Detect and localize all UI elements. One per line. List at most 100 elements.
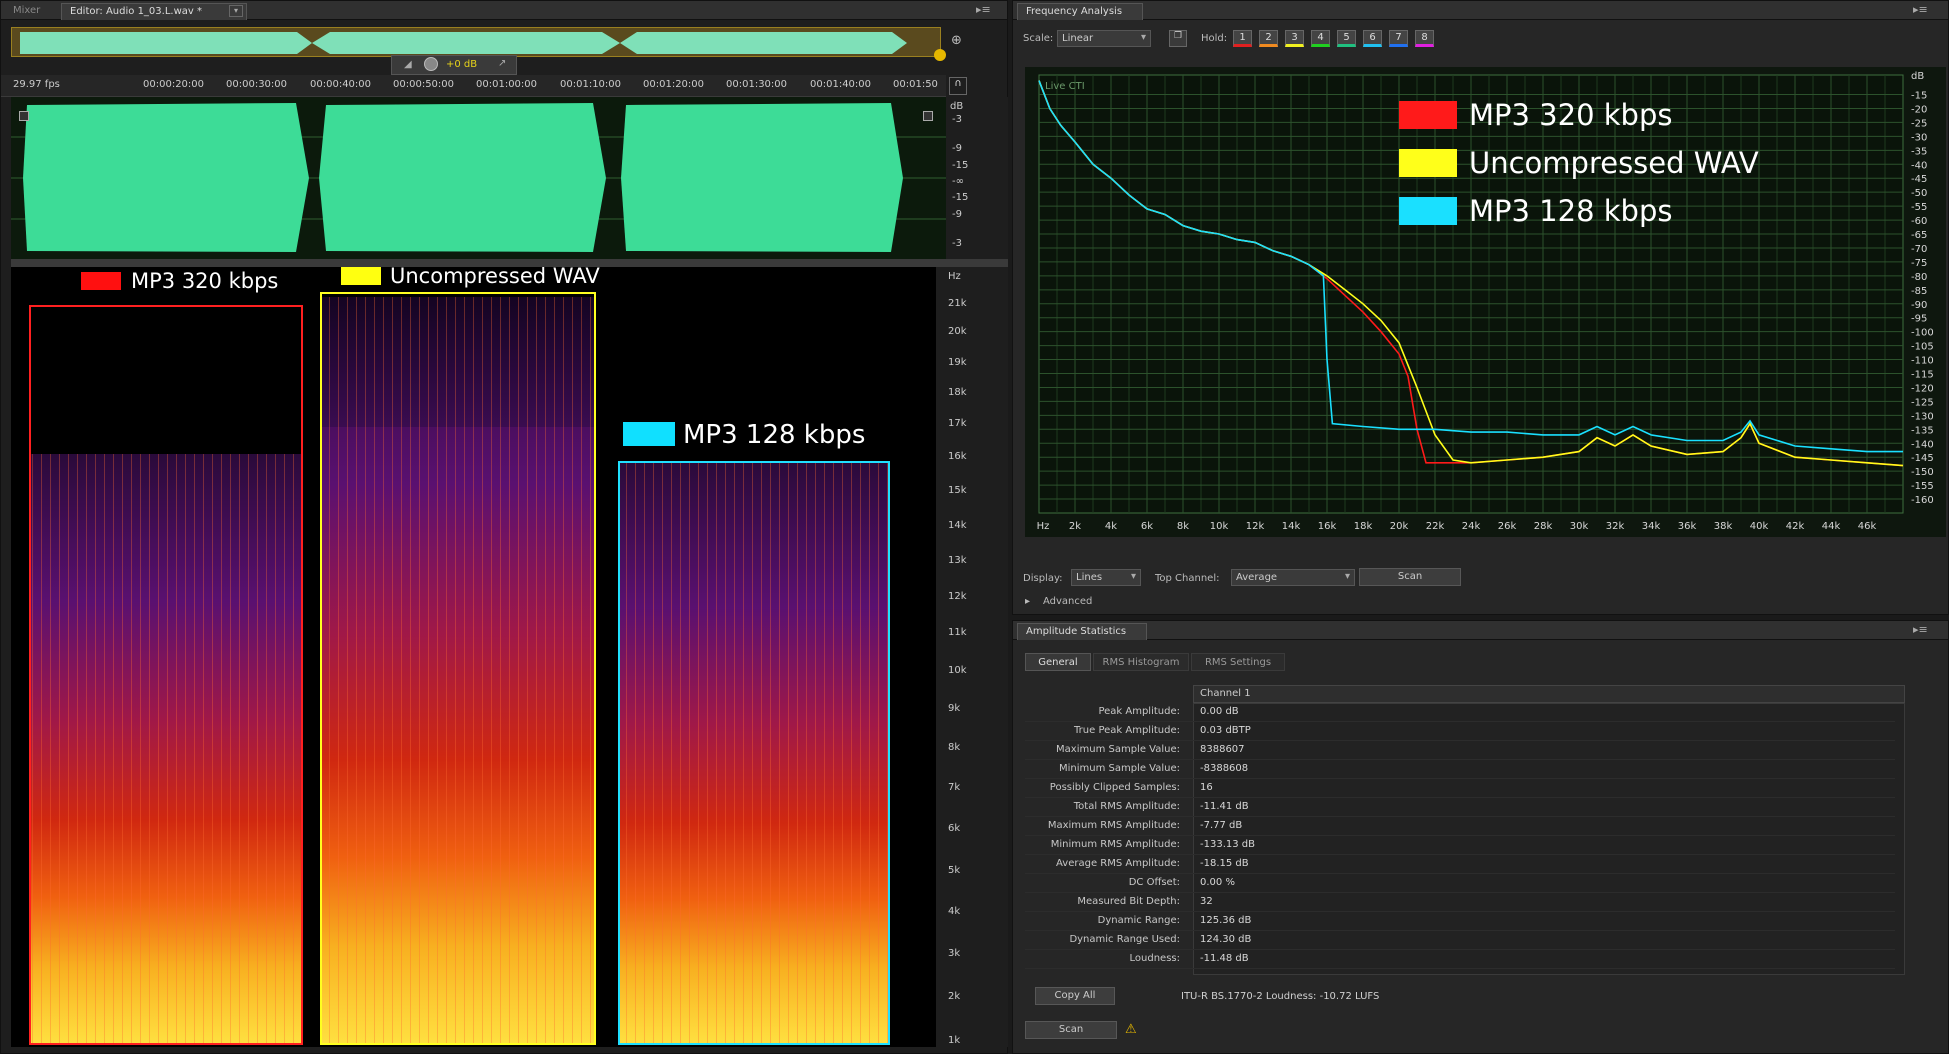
stat-value[interactable]: 0.00 %	[1200, 877, 1235, 888]
hold-button-6[interactable]: 6	[1363, 30, 1382, 47]
frequency-chart[interactable]: Hz 2k 4k 6k 8k 10k 12k 14k 16k 18k 20k 22k 24k 26k 28k…	[1025, 67, 1946, 537]
x-tick-label: 2k	[1069, 521, 1081, 532]
stat-value[interactable]: 124.30 dB	[1200, 934, 1251, 945]
tab-mixer[interactable]: Mixer	[5, 3, 48, 20]
hz-tick-label: 15k	[948, 485, 967, 496]
spectrogram-area[interactable]: MP3 320 kbps Uncompressed WAV MP3 128 kb…	[11, 264, 936, 1047]
stat-value[interactable]: 16	[1200, 782, 1213, 793]
y-tick-label: -140	[1911, 439, 1934, 450]
stat-value[interactable]: -11.41 dB	[1200, 801, 1249, 812]
timecode-label: 00:00:40:00	[310, 79, 372, 90]
x-tick-label: 14k	[1282, 521, 1301, 532]
y-tick-label: -90	[1911, 300, 1927, 311]
stat-value[interactable]: -7.77 dB	[1200, 820, 1242, 831]
hz-tick-label: 16k	[948, 451, 967, 462]
hold-button-8[interactable]: 8	[1415, 30, 1434, 47]
headphones-icon[interactable]: ∩	[949, 77, 967, 95]
tab-amplitude-statistics[interactable]: Amplitude Statistics	[1017, 623, 1147, 640]
stat-row: Dynamic Range Used: 124.30 dB	[1025, 931, 1895, 950]
amplitude-tabbar: Amplitude Statistics ▸≡	[1013, 621, 1948, 640]
stat-value[interactable]: -11.48 dB	[1200, 953, 1249, 964]
amplitude-menu-icon[interactable]: ▸≡	[1913, 623, 1928, 636]
advanced-label[interactable]: Advanced	[1043, 596, 1092, 607]
top-channel-label: Top Channel:	[1155, 573, 1220, 584]
stat-label: Maximum RMS Amplitude:	[1047, 820, 1180, 831]
amp-tab-0[interactable]: General	[1025, 653, 1091, 671]
fade-out-handle-icon[interactable]	[923, 111, 933, 121]
tab-editor[interactable]: Editor: Audio 1_03.L.wav *	[61, 3, 247, 20]
x-tick-label: 30k	[1570, 521, 1589, 532]
amplitude-scan-button[interactable]: Scan	[1025, 1021, 1117, 1039]
stat-row: Minimum Sample Value: -8388608	[1025, 760, 1895, 779]
timecode-label: 00:01:10:00	[560, 79, 622, 90]
x-tick-label: 16k	[1318, 521, 1337, 532]
x-tick-label: 24k	[1462, 521, 1481, 532]
stat-value[interactable]: 8388607	[1200, 744, 1245, 755]
stat-label: Possibly Clipped Samples:	[1049, 782, 1180, 793]
hold-button-4[interactable]: 4	[1311, 30, 1330, 47]
amp-tab-2[interactable]: RMS Settings	[1191, 653, 1285, 671]
frequency-menu-icon[interactable]: ▸≡	[1913, 3, 1928, 16]
timecode-label: 00:01:30:00	[726, 79, 788, 90]
amp-tab-1[interactable]: RMS Histogram	[1093, 653, 1189, 671]
volume-knob-icon[interactable]	[424, 57, 438, 71]
copy-icon[interactable]: ❐	[1169, 30, 1187, 47]
overview-strip[interactable]	[11, 27, 941, 57]
timeline-ruler[interactable]: 29.97 fps 00:00:20:00 00:00:30:00 00:00:40…	[1, 75, 946, 97]
frequency-chart-svg: Hz 2k 4k 6k 8k 10k 12k 14k 16k 18k 20k 22k 24k 26k 28k…	[1037, 71, 1934, 532]
db-tick-label: -15	[952, 160, 969, 171]
legend-label-mp3-128: MP3 128 kbps	[683, 420, 865, 450]
frequency-scan-button[interactable]: Scan	[1359, 568, 1461, 586]
db-tick-label: -∞	[952, 176, 964, 187]
legend-swatch-mp3-320	[81, 272, 121, 290]
stat-value[interactable]: -133.13 dB	[1200, 839, 1255, 850]
waveform-area[interactable]	[11, 97, 946, 259]
hold-button-1[interactable]: 1	[1233, 30, 1252, 47]
x-tick-label: 10k	[1210, 521, 1229, 532]
stat-value[interactable]: 32	[1200, 896, 1213, 907]
hold-button-2[interactable]: 2	[1259, 30, 1278, 47]
stat-row: DC Offset: 0.00 %	[1025, 874, 1895, 893]
stat-value[interactable]: -18.15 dB	[1200, 858, 1249, 869]
panel-menu-icon[interactable]: ▸≡	[976, 3, 991, 16]
tab-dropdown-icon[interactable]: ▾	[229, 5, 243, 17]
stat-value[interactable]: 0.00 dB	[1200, 706, 1239, 717]
hz-tick-label: 9k	[948, 703, 961, 714]
tab-frequency-analysis[interactable]: Frequency Analysis	[1017, 3, 1143, 20]
stat-row: Maximum Sample Value: 8388607	[1025, 741, 1895, 760]
display-dropdown[interactable]: Lines	[1071, 569, 1141, 586]
hud-gain[interactable]: ◢ +0 dB ↗	[391, 55, 517, 75]
stat-value[interactable]: 0.03 dBTP	[1200, 725, 1251, 736]
y-tick-label: -30	[1911, 132, 1927, 143]
hold-button-7[interactable]: 7	[1389, 30, 1408, 47]
display-label: Display:	[1023, 573, 1063, 584]
y-tick-label: -115	[1911, 370, 1934, 381]
zoom-icon[interactable]: ⊕	[951, 33, 962, 48]
view-divider[interactable]	[11, 259, 1008, 267]
y-tick-label: -65	[1911, 230, 1927, 241]
top-channel-dropdown[interactable]: Average	[1231, 569, 1355, 586]
playhead-marker[interactable]	[934, 49, 946, 61]
hold-button-3[interactable]: 3	[1285, 30, 1304, 47]
stat-label: DC Offset:	[1128, 877, 1180, 888]
hz-tick-label: 21k	[948, 298, 967, 309]
stat-value[interactable]: 125.36 dB	[1200, 915, 1251, 926]
y-tick-label: -15	[1911, 91, 1927, 102]
x-tick-label: 42k	[1786, 521, 1805, 532]
fade-in-handle-icon[interactable]	[19, 111, 29, 121]
copy-all-button[interactable]: Copy All	[1035, 987, 1115, 1005]
stats-table: Channel 1 Peak Amplitude: 0.00 dB True Pea…	[1025, 685, 1905, 975]
hold-button-5[interactable]: 5	[1337, 30, 1356, 47]
scale-dropdown[interactable]: Linear	[1057, 30, 1151, 47]
stat-label: Dynamic Range Used:	[1069, 934, 1180, 945]
stat-value[interactable]: -8388608	[1200, 763, 1248, 774]
y-tick-label: -35	[1911, 146, 1927, 157]
legend-label-0: MP3 320 kbps	[1469, 98, 1672, 132]
advanced-expander-icon[interactable]: ▸	[1025, 596, 1030, 607]
x-tick-label: 28k	[1534, 521, 1553, 532]
y-tick-label: -85	[1911, 286, 1927, 297]
hz-tick-label: 2k	[948, 991, 961, 1002]
db-tick-label: -3	[952, 238, 962, 249]
pin-icon[interactable]: ↗	[498, 58, 506, 69]
timecode-label: 00:01:50	[893, 79, 938, 90]
